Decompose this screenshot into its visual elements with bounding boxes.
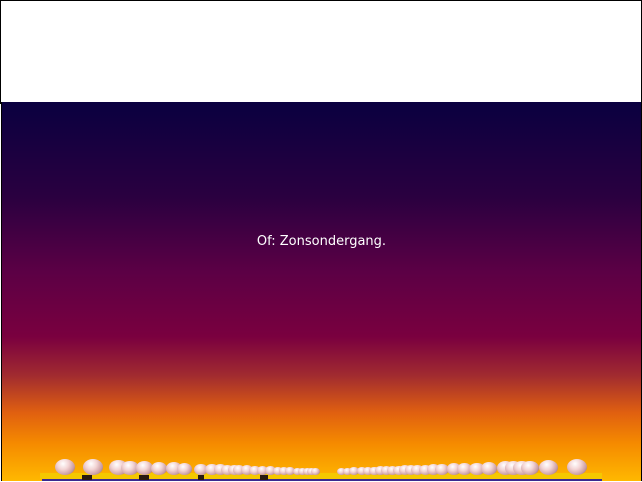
sphere (55, 459, 75, 475)
post (139, 475, 149, 480)
post (198, 475, 204, 480)
post (82, 475, 92, 480)
sphere (539, 459, 558, 475)
slide-caption: Of: Zonsondergang. (256, 234, 387, 249)
sphere (311, 467, 320, 475)
sphere (177, 462, 193, 475)
sphere (481, 462, 498, 475)
sphere (83, 459, 103, 475)
post (260, 475, 268, 480)
sphere (567, 459, 587, 475)
sunset-scene: Of: Zonsondergang. (1, 102, 642, 481)
sphere (521, 460, 540, 475)
slide-title-area (0, 0, 642, 104)
road-strip (42, 479, 602, 481)
